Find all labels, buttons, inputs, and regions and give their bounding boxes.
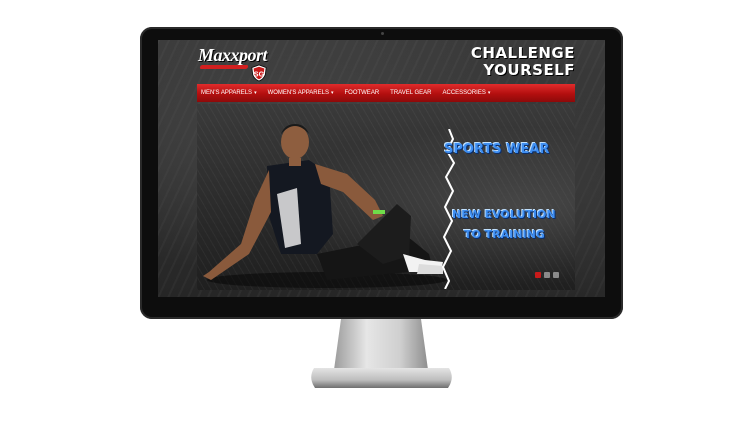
nav-label: WOMEN'S APPARELS <box>267 90 329 96</box>
brand-logo[interactable]: Maxxport SG <box>198 43 278 83</box>
nav-label: MEN'S APPARELS <box>201 90 253 96</box>
slider-pagination <box>535 272 559 278</box>
banner-subheadline-1: NEW EVOLUTION <box>452 208 556 221</box>
slider-dot-3[interactable] <box>553 272 559 278</box>
slider-dot-2[interactable] <box>544 272 550 278</box>
athlete-image <box>203 124 447 288</box>
main-nav: MEN'S APPARELS ▾ WOMEN'S APPARELS ▾ FOOTWE… <box>197 84 575 102</box>
nav-label: TRAVEL GEAR <box>390 90 432 96</box>
monitor-stand-base <box>311 368 452 388</box>
tagline-line-1: CHALLENGE <box>470 44 575 62</box>
badge-text: SG <box>254 70 265 79</box>
stage: Maxxport SG CHALLENGE YOURSELF MEN'S APP… <box>0 0 750 425</box>
slider-dot-1[interactable] <box>535 272 541 278</box>
website-screen: Maxxport SG CHALLENGE YOURSELF MEN'S APP… <box>158 40 605 297</box>
chevron-down-icon: ▾ <box>330 90 334 96</box>
header-tagline: CHALLENGE YOURSELF <box>471 45 575 79</box>
nav-label: ACCESSORIES <box>442 90 486 96</box>
nav-item-travel-gear[interactable]: TRAVEL GEAR <box>390 90 431 96</box>
nav-item-accessories[interactable]: ACCESSORIES ▾ <box>443 90 491 96</box>
chevron-down-icon: ▾ <box>487 90 491 96</box>
banner-headline: SPORTS WEAR <box>444 142 550 157</box>
nav-item-mens-apparels[interactable]: MEN'S APPARELS ▾ <box>201 90 257 96</box>
logo-wordmark: Maxxport <box>198 45 268 65</box>
tagline-line-2: YOURSELF <box>483 61 575 79</box>
nav-item-footwear[interactable]: FOOTWEAR <box>344 90 379 96</box>
nav-item-womens-apparels[interactable]: WOMEN'S APPARELS ▾ <box>268 90 334 96</box>
logo-swoosh-icon <box>199 65 249 69</box>
banner-subheadline-2: TO TRAINING <box>464 228 545 241</box>
webcam-icon <box>381 32 384 35</box>
sg-badge-icon: SG <box>251 64 267 82</box>
hero-banner[interactable]: SPORTS WEAR NEW EVOLUTION TO TRAINING <box>197 104 575 290</box>
nav-label: FOOTWEAR <box>344 90 380 96</box>
chevron-down-icon: ▾ <box>254 90 257 96</box>
